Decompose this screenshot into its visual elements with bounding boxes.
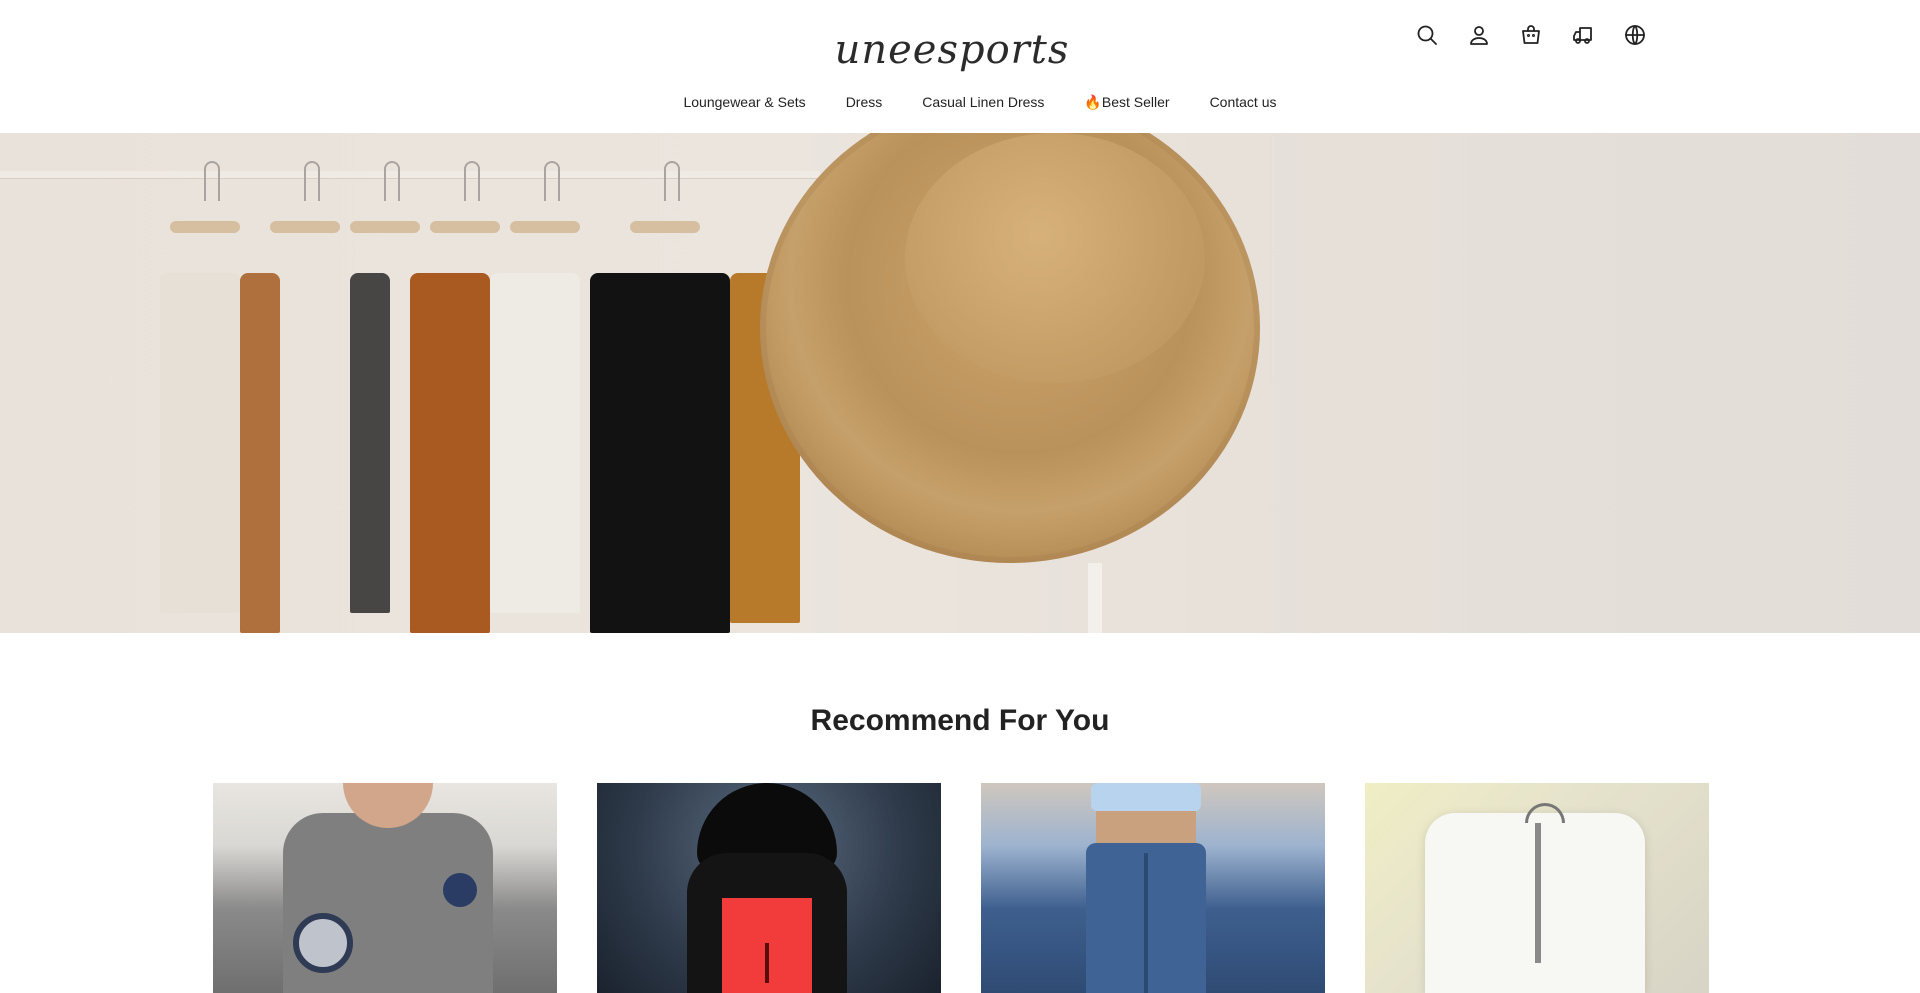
nav-item-contact-us[interactable]: Contact us	[1210, 94, 1277, 111]
hanger	[630, 161, 704, 281]
hanger	[270, 161, 344, 281]
garment-brown-strap	[240, 273, 280, 633]
hero-banner-image[interactable]	[0, 133, 1920, 633]
cart-icon[interactable]	[1516, 20, 1546, 50]
nav-item-casual-linen-dress[interactable]: Casual Linen Dress	[922, 94, 1044, 111]
rack-stand	[1088, 563, 1102, 633]
garment-white-shorts	[490, 273, 580, 613]
garment-cream	[160, 273, 240, 613]
site-header: uneesports Loungewear & Sets Dress Casua…	[0, 0, 1920, 133]
garment-black-strap	[350, 273, 390, 613]
brand-logo[interactable]: uneesports	[835, 22, 1069, 78]
globe-icon[interactable]	[1620, 20, 1650, 50]
nav-item-dress[interactable]: Dress	[846, 94, 883, 111]
shipping-icon[interactable]	[1568, 20, 1598, 50]
product-card-hooded-dress[interactable]	[597, 783, 941, 993]
product-card-patterned-dress[interactable]	[213, 783, 557, 993]
nav-item-loungewear-sets[interactable]: Loungewear & Sets	[683, 94, 805, 111]
hanger	[510, 161, 584, 281]
straw-hat-crown	[905, 133, 1205, 383]
hanger	[350, 161, 424, 281]
recommend-section-title: Recommend For You	[810, 704, 1110, 737]
main-nav: Loungewear & Sets Dress Casual Linen Dre…	[20, 94, 1920, 111]
header-icons	[1412, 20, 1650, 50]
nav-item-best-seller[interactable]: 🔥Best Seller	[1084, 94, 1169, 111]
garment-black-shirt	[590, 273, 730, 633]
product-card-denim-skirt[interactable]	[981, 783, 1325, 993]
product-grid	[213, 783, 1709, 993]
search-icon[interactable]	[1412, 20, 1442, 50]
product-card-white-tee[interactable]	[1365, 783, 1709, 993]
account-icon[interactable]	[1464, 20, 1494, 50]
hanger	[170, 161, 244, 281]
hanger	[430, 161, 504, 281]
garment-rust-hoodie	[410, 273, 490, 633]
